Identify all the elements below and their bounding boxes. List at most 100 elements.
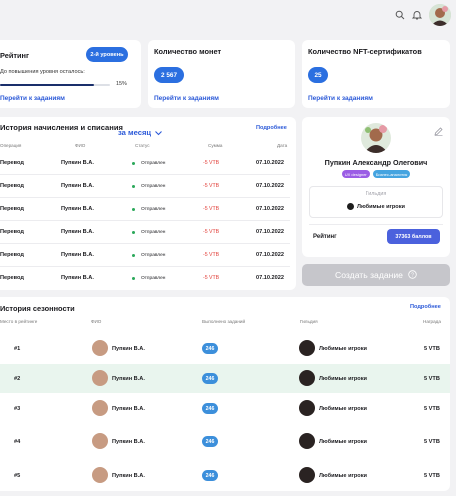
col-tasks: Выполнено заданий: [202, 319, 246, 324]
tasks-badge: 246: [202, 470, 218, 481]
table-row[interactable]: Перевод Пупкин В.А. Отправлен -5 VTB 07.…: [0, 244, 296, 267]
row-avatar: [92, 400, 108, 416]
tag-ux: UX designer: [341, 170, 370, 178]
status-badge: Отправлен: [132, 276, 165, 281]
row-guild: Любимые игроки: [319, 346, 367, 352]
row-date: 07.10.2022: [256, 252, 284, 258]
rating-points-badge: 37363 баллов: [387, 229, 440, 244]
progress-fill: [0, 84, 94, 86]
col-date: Дата: [277, 143, 288, 148]
user-avatar[interactable]: [429, 4, 451, 26]
seasons-more-link[interactable]: Подробнее: [410, 304, 441, 310]
status-text: Отправлен: [141, 161, 166, 166]
row-sum: -5 VTB: [203, 275, 220, 281]
row-name: Пупкин В.А.: [61, 183, 94, 189]
history-rows: Перевод Пупкин В.А. Отправлен -5 VTB 07.…: [0, 152, 296, 288]
row-name: Пупкин В.А.: [61, 275, 94, 281]
row-sum: -5 VTB: [203, 206, 220, 212]
create-task-label: Создать задание: [335, 270, 403, 280]
row-name: Пупкин В.А.: [112, 473, 145, 479]
status-badge: Отправлен: [132, 184, 165, 189]
row-avatar: [92, 433, 108, 449]
tasks-badge: 246: [202, 343, 218, 354]
row-operation: Перевод: [0, 160, 24, 166]
profile-tags: UX designer Бизнес-аналитик: [302, 170, 450, 178]
history-more-link[interactable]: Подробнее: [256, 125, 287, 131]
profile-name: Пупкин Александр Олегович: [324, 158, 428, 167]
guild-avatar: [299, 467, 315, 483]
table-row[interactable]: #3 Пупкин В.А. 246 Любимые игроки 5 VTB: [0, 394, 450, 423]
table-row[interactable]: Перевод Пупкин В.А. Отправлен -5 VTB 07.…: [0, 221, 296, 244]
table-row[interactable]: Перевод Пупкин В.А. Отправлен -5 VTB 07.…: [0, 267, 296, 289]
col-guild: Гильдия: [300, 319, 318, 324]
row-guild: Любимые игроки: [319, 439, 367, 445]
table-row[interactable]: #5 Пупкин В.А. 246 Любимые игроки 5 VTB: [0, 461, 450, 490]
level-button[interactable]: 2-й уровень: [86, 47, 128, 62]
row-avatar: [92, 370, 108, 386]
guild-row[interactable]: Любимые игроки: [310, 203, 442, 210]
row-date: 07.10.2022: [256, 160, 284, 166]
chevron-down-icon: [155, 123, 162, 141]
status-text: Отправлен: [141, 276, 166, 281]
col-name: ФИО: [75, 143, 86, 148]
row-avatar: [92, 467, 108, 483]
guild-avatar: [299, 433, 315, 449]
row-avatar: [92, 340, 108, 356]
nft-tasks-link[interactable]: Перейти к заданиям: [308, 95, 373, 102]
progress-label: До повышения уровня осталось:: [0, 69, 85, 75]
row-place: #1: [14, 346, 21, 352]
period-label: за месяц: [118, 127, 152, 137]
nft-title: Количество NFT-сертификатов: [308, 47, 422, 56]
progress-track: [0, 84, 110, 86]
col-name: ФИО: [91, 319, 102, 324]
edit-icon[interactable]: [434, 123, 443, 141]
status-badge: Отправлен: [132, 230, 165, 235]
status-text: Отправлен: [141, 230, 166, 235]
row-guild: Любимые игроки: [319, 406, 367, 412]
row-name: Пупкин В.А.: [112, 439, 145, 445]
table-row[interactable]: #4 Пупкин В.А. 246 Любимые игроки 5 VTB: [0, 427, 450, 456]
row-operation: Перевод: [0, 252, 24, 258]
bell-icon[interactable]: [411, 9, 423, 21]
row-operation: Перевод: [0, 206, 24, 212]
coins-tasks-link[interactable]: Перейти к заданиям: [154, 95, 219, 102]
col-status: Статус: [135, 143, 150, 148]
tag-analyst: Бизнес-аналитик: [372, 170, 411, 178]
row-place: #3: [14, 406, 21, 412]
row-name: Пупкин В.А.: [112, 346, 145, 352]
table-row[interactable]: Перевод Пупкин В.А. Отправлен -5 VTB 07.…: [0, 175, 296, 198]
status-text: Отправлен: [141, 253, 166, 258]
svg-text:?: ?: [411, 272, 414, 278]
tasks-badge: 246: [202, 403, 218, 414]
guild-box: Гильдия Любимые игроки: [309, 186, 443, 218]
tasks-badge: 246: [202, 436, 218, 447]
row-reward: 5 VTB: [424, 376, 440, 382]
table-row[interactable]: Перевод Пупкин В.А. Отправлен -5 VTB 07.…: [0, 152, 296, 175]
row-reward: 5 VTB: [424, 346, 440, 352]
row-name: Пупкин В.А.: [112, 406, 145, 412]
profile-avatar: [361, 123, 391, 153]
col-reward: Награда: [423, 319, 441, 324]
row-date: 07.10.2022: [256, 275, 284, 281]
progress-value: 15%: [116, 81, 127, 87]
col-place: Место в рейтинге: [0, 319, 38, 324]
guild-avatar: [347, 203, 355, 210]
col-operation: Операция: [0, 143, 22, 148]
row-sum: -5 VTB: [203, 183, 220, 189]
guild-label: Гильдия: [365, 191, 387, 197]
nft-value: 25: [308, 67, 328, 83]
row-name: Пупкин В.А.: [61, 252, 94, 258]
row-date: 07.10.2022: [256, 183, 284, 189]
history-title: История начисления и списания: [0, 123, 123, 132]
search-icon[interactable]: [394, 9, 406, 21]
table-row[interactable]: Перевод Пупкин В.А. Отправлен -5 VTB 07.…: [0, 198, 296, 221]
status-badge: Отправлен: [132, 207, 165, 212]
table-row-selected[interactable]: #2 Пупкин В.А. 246 Любимые игроки 5 VTB: [0, 364, 450, 393]
table-row[interactable]: #1 Пупкин В.А. 246 Любимые игроки 5 VTB: [0, 334, 450, 363]
create-task-button[interactable]: Создать задание ?: [302, 264, 450, 286]
period-select[interactable]: за месяц: [118, 123, 162, 141]
status-badge: Отправлен: [132, 253, 165, 258]
guild-avatar: [299, 400, 315, 416]
nft-card: Количество NFT-сертификатов 25 Перейти к…: [302, 40, 450, 108]
rating-tasks-link[interactable]: Перейти к заданиям: [0, 95, 65, 102]
